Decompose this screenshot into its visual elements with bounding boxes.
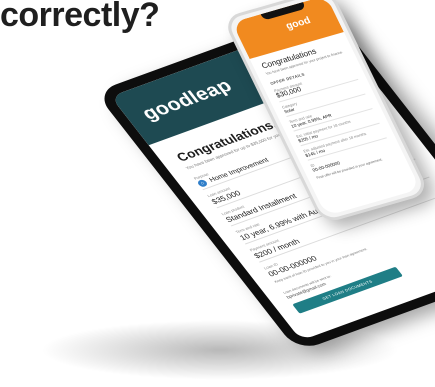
headline: correctly? xyxy=(0,0,160,34)
goodleap-logo: goodleap xyxy=(137,75,237,124)
good-logo: good xyxy=(284,15,313,33)
